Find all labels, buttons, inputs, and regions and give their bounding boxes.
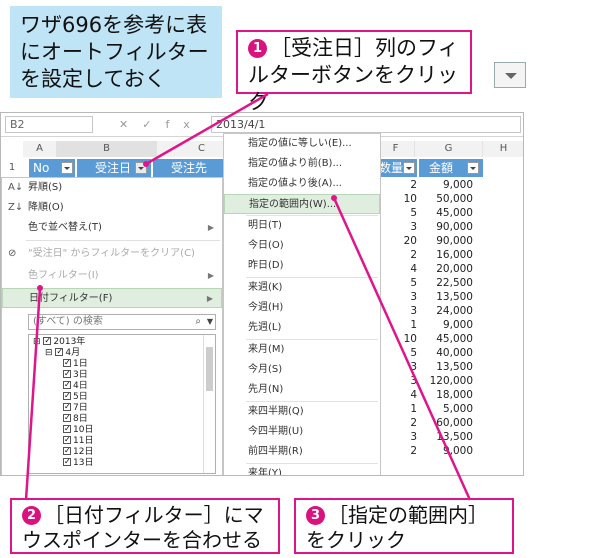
submenu-item-next-year[interactable]: 来年(Y): [224, 464, 380, 475]
tree-day[interactable]: 13日: [63, 456, 93, 469]
autofilter-menu: A↓ 昇順(S) Z↓ 降順(O) 色で並べ替え(T) ▶ ⊘ "受注日" からフィルタ…: [1, 177, 223, 475]
clear-filter-item[interactable]: ⊘ "受注日" からフィルターをクリア(C): [2, 244, 222, 264]
sort-ascending-icon: A↓: [8, 182, 24, 193]
checkbox-icon[interactable]: [63, 379, 71, 390]
step1-number: 1: [248, 39, 267, 58]
submenu-item-last-month[interactable]: 先月(N): [224, 380, 380, 400]
header-no: No: [29, 159, 75, 177]
submenu-item-between[interactable]: 指定の範囲内(W)...: [224, 194, 380, 214]
submenu-item-last-quarter[interactable]: 前四半期(R): [224, 442, 380, 462]
submenu-item-next-quarter[interactable]: 来四半期(Q): [224, 402, 380, 422]
step3-callout: 3 ［指定の範囲内］をクリック: [294, 498, 514, 554]
filter-dropdown-icon[interactable]: [403, 162, 415, 174]
submenu-item-this-month[interactable]: 今月(S): [224, 360, 380, 380]
excel-screenshot: B2 ✕✓fx 2013/4/1 A B C F G H 1 No 受注日 受注…: [0, 112, 524, 476]
search-icon: ⌕: [195, 316, 201, 327]
cancel-icon[interactable]: ✕: [119, 118, 142, 131]
color-filter-item[interactable]: 色フィルター(I) ▶: [2, 266, 222, 286]
header-amount: 金額: [419, 159, 483, 177]
sort-descending-icon: Z↓: [8, 202, 24, 213]
submenu-item-yesterday[interactable]: 昨日(D): [224, 256, 380, 276]
sort-ascending-item[interactable]: A↓ 昇順(S): [2, 178, 222, 198]
date-tree: ⊟ 2013年 ⊟ 4月 1日 3日 4日 5日 7日 8日 10日 11日 1…: [28, 334, 216, 474]
filter-search-input[interactable]: (すべて) の検索 ⌕ ▼: [28, 314, 216, 330]
intro-callout: ワザ696を参考に表にオートフィルターを設定しておく: [10, 6, 222, 98]
sort-by-color-item[interactable]: 色で並べ替え(T) ▶: [2, 218, 222, 238]
filter-dropdown-icon[interactable]: [467, 162, 479, 174]
header-no-label: No: [33, 161, 50, 175]
submenu-item-tomorrow[interactable]: 明日(T): [224, 216, 380, 236]
col-header-g[interactable]: G: [415, 141, 483, 157]
formula-icons: ✕✓fx: [119, 118, 204, 131]
submenu-item-this-quarter[interactable]: 今四半期(U): [224, 422, 380, 442]
col-header-a[interactable]: A: [23, 141, 57, 157]
step1-callout: 1 ［受注日］列のフィルターボタンをクリック: [236, 30, 472, 114]
menu-label: 日付フィルター(F): [29, 293, 113, 304]
checkbox-icon[interactable]: [63, 357, 71, 368]
date-filter-submenu: 指定の値に等しい(E)... 指定の値より前(B)... 指定の値より後(A).…: [223, 133, 381, 475]
checkbox-icon[interactable]: [63, 445, 71, 456]
menu-label: 降順(O): [28, 202, 64, 213]
submenu-item-next-month[interactable]: 来月(M): [224, 340, 380, 360]
step2-text: ［日付フィルター］にマウスポインターを合わせる: [22, 503, 264, 552]
menu-label: "受注日" からフィルターをクリア(C): [28, 248, 195, 259]
row-number-1: 1: [8, 162, 16, 173]
col-header-f[interactable]: F: [377, 141, 415, 157]
step3-number: 3: [306, 506, 325, 525]
menu-divider: [26, 240, 220, 241]
checkbox-icon[interactable]: [55, 346, 64, 357]
scroll-thumb[interactable]: [206, 347, 213, 391]
date-filter-item[interactable]: 日付フィルター(F) ▶: [2, 288, 222, 308]
submenu-item-equals[interactable]: 指定の値に等しい(E)...: [224, 134, 380, 154]
submenu-item-today[interactable]: 今日(O): [224, 236, 380, 256]
submenu-item-before[interactable]: 指定の値より前(B)...: [224, 154, 380, 174]
header-amount-label: 金額: [429, 161, 454, 175]
step1-text: ［受注日］列のフィルターボタンをクリック: [248, 36, 459, 114]
header-customer: 受注先: [153, 159, 225, 177]
col-header-b[interactable]: B: [57, 141, 157, 157]
menu-label: 昇順(S): [28, 182, 63, 193]
checkbox-icon[interactable]: [63, 423, 71, 434]
checkbox-icon[interactable]: [63, 434, 71, 445]
header-date-label: 受注日: [95, 161, 132, 175]
checkbox-icon[interactable]: [63, 401, 71, 412]
menu-label: 色で並べ替え(T): [28, 222, 102, 233]
chevron-down-icon[interactable]: ▼: [207, 315, 213, 329]
submenu-arrow-icon: ▶: [207, 271, 214, 280]
formula-input[interactable]: 2013/4/1: [211, 116, 521, 133]
checkbox-icon[interactable]: [63, 456, 71, 467]
submenu-item-last-week[interactable]: 先週(L): [224, 318, 380, 338]
filter-button-sample-icon: [494, 62, 526, 88]
header-qty-label: 数量: [379, 161, 404, 175]
tree-scrollbar[interactable]: [203, 335, 215, 473]
date-filter-dropdown-icon[interactable]: [135, 162, 147, 174]
clear-filter-icon: ⊘: [8, 248, 17, 259]
name-box[interactable]: B2: [5, 116, 93, 133]
checkbox-icon[interactable]: [63, 412, 71, 423]
filter-dropdown-icon[interactable]: [61, 162, 73, 174]
submenu-item-after[interactable]: 指定の値より後(A)...: [224, 174, 380, 194]
submenu-arrow-icon: ▶: [206, 294, 213, 303]
menu-label: 色フィルター(I): [28, 270, 99, 281]
step3-text: ［指定の範囲内］をクリック: [306, 503, 488, 552]
header-qty: 数量: [377, 159, 417, 177]
checkbox-icon[interactable]: [43, 335, 52, 346]
submenu-item-this-week[interactable]: 今週(H): [224, 298, 380, 318]
fx-icon[interactable]: fx: [165, 118, 203, 131]
submenu-item-next-week[interactable]: 来週(K): [224, 278, 380, 298]
submenu-arrow-icon: ▶: [207, 223, 214, 232]
search-placeholder: (すべて) の検索: [33, 316, 103, 327]
enter-icon[interactable]: ✓: [142, 118, 165, 131]
sort-descending-item[interactable]: Z↓ 降順(O): [2, 198, 222, 218]
header-date: 受注日: [77, 159, 151, 177]
tree-month[interactable]: ⊟ 4月: [45, 346, 80, 359]
checkbox-icon[interactable]: [63, 368, 71, 379]
step2-callout: 2 ［日付フィルター］にマウスポインターを合わせる: [10, 498, 280, 554]
step2-number: 2: [22, 506, 41, 525]
col-header-h[interactable]: H: [483, 141, 523, 157]
checkbox-icon[interactable]: [63, 390, 71, 401]
